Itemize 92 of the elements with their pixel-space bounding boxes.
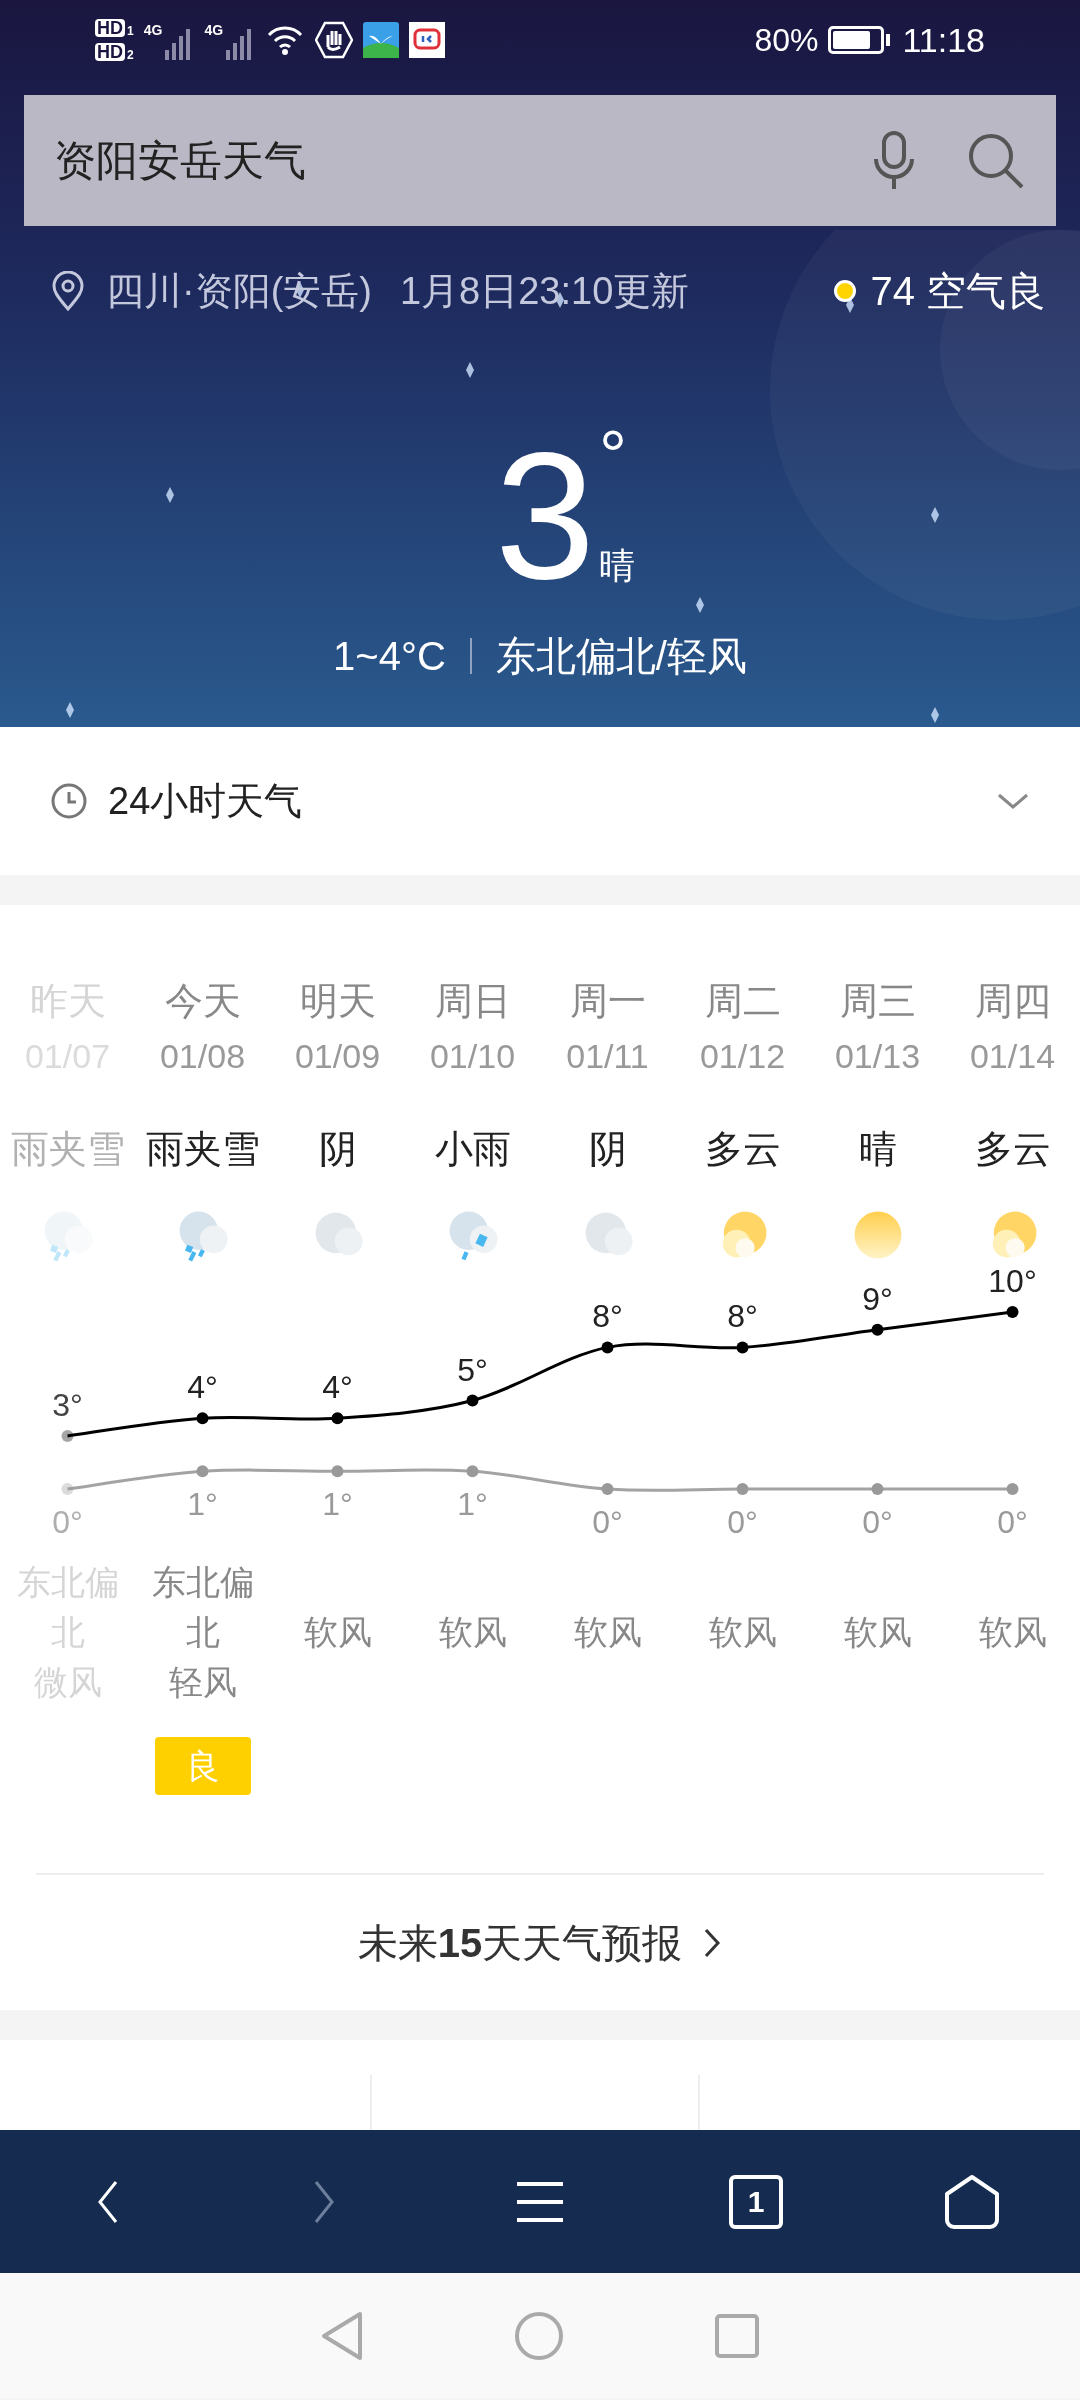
wind-force: 软风 (843, 1612, 912, 1653)
temperature-label: 0° (727, 1504, 758, 1540)
current-temperature: 3 (494, 426, 596, 606)
day-name: 明天 (299, 979, 376, 1024)
date-text: 01/14 (969, 1036, 1056, 1077)
wind-summary: 东北偏北/轻风 (495, 633, 747, 680)
forecast-link[interactable]: 未来15天天气预报 (0, 1875, 1080, 2010)
date-text: 01/12 (699, 1036, 786, 1077)
data-point (466, 1394, 479, 1407)
data-point (871, 1323, 884, 1336)
wind-force: 软风 (573, 1612, 642, 1653)
clock-icon (50, 782, 88, 820)
wind-force: 软风 (303, 1612, 372, 1653)
temperature-label: 1° (322, 1486, 353, 1523)
condition-text: 多云 (974, 1127, 1051, 1172)
temperature-range: 1~4°C (333, 633, 446, 680)
data-point (61, 1429, 74, 1442)
temperature-label: 3° (52, 1386, 83, 1423)
data-point (871, 1483, 884, 1495)
temperature-label: 10° (988, 1267, 1037, 1299)
clock: 11:18 (902, 19, 985, 61)
data-point (196, 1412, 209, 1425)
day-name: 周一 (569, 979, 646, 1024)
tabs-button[interactable]: 1 (729, 2174, 783, 2229)
wind-force: 软风 (978, 1612, 1047, 1653)
temperature-label: 1° (457, 1486, 488, 1523)
chevron-icon[interactable] (996, 791, 1030, 811)
air-quality[interactable]: 74 空气良 (870, 261, 1046, 321)
data-point (736, 1341, 749, 1354)
condition-text: 小雨 (434, 1127, 511, 1172)
hourly-weather-row[interactable]: 24小时天气 (0, 727, 1080, 875)
day-name: 周三 (839, 979, 916, 1024)
aqi-badge: 良 (154, 1737, 251, 1795)
temperature-label: 0° (997, 1504, 1028, 1540)
app-icon (409, 22, 446, 58)
data-point (601, 1483, 614, 1495)
temperature-label: 4° (187, 1369, 218, 1406)
condition-text: 阴 (318, 1127, 357, 1172)
recents-nav-button[interactable] (714, 2312, 760, 2359)
chevron-right-icon (702, 1926, 723, 1959)
data-point (331, 1465, 344, 1478)
temperature-label: 0° (52, 1504, 83, 1540)
temperature-label: 5° (457, 1351, 488, 1388)
microphone-icon[interactable] (872, 130, 916, 191)
wind-force: 轻风 (168, 1662, 237, 1703)
data-point (61, 1483, 74, 1495)
temperature-label: 0° (592, 1504, 623, 1540)
menu-button[interactable] (515, 2179, 565, 2224)
location-pin-icon (50, 271, 86, 311)
day-name: 今天 (164, 979, 241, 1024)
condition-text: 雨夹雪 (145, 1127, 260, 1172)
back-nav-button[interactable] (320, 2310, 364, 2361)
data-point (331, 1412, 344, 1425)
search-field[interactable]: 资阳安岳天气 (24, 95, 1056, 226)
date-text: 01/11 (566, 1036, 649, 1077)
wind-force: 软风 (708, 1612, 777, 1653)
condition-text: 多云 (704, 1127, 781, 1172)
data-point (736, 1483, 749, 1495)
temperature-label: 1° (187, 1486, 218, 1523)
location-text[interactable]: 四川·资阳(安岳) (106, 262, 372, 320)
condition-text: 阴 (588, 1127, 627, 1172)
temperature-label: 8° (592, 1298, 623, 1335)
home-button[interactable] (943, 2173, 1001, 2230)
wind-force: 软风 (438, 1612, 507, 1653)
condition-text: 雨夹雪 (10, 1127, 125, 1172)
battery-icon (828, 26, 891, 54)
hand-icon (315, 21, 354, 59)
wind-direction: 东北偏北 (150, 1562, 255, 1653)
day-name: 周日 (434, 979, 511, 1024)
battery-percentage: 80% (754, 21, 819, 60)
date-text: 01/10 (429, 1036, 516, 1077)
degree-symbol: ° (599, 426, 629, 486)
app-icon (363, 22, 400, 58)
data-point (1006, 1306, 1019, 1318)
date-text: 01/13 (834, 1036, 921, 1077)
temperature-label: 8° (727, 1298, 758, 1335)
data-point (466, 1465, 479, 1478)
data-point (196, 1465, 209, 1478)
data-point (601, 1341, 614, 1354)
date-text: 01/09 (294, 1036, 381, 1077)
temperature-label: 4° (322, 1369, 353, 1406)
data-point (1006, 1483, 1019, 1495)
home-nav-button[interactable] (514, 2310, 564, 2361)
current-condition: 晴 (599, 546, 636, 586)
date-text: 01/08 (159, 1036, 246, 1077)
hourly-weather-title: 24小时天气 (108, 778, 304, 824)
day-name: 周四 (974, 979, 1051, 1024)
day-name: 周二 (704, 979, 781, 1024)
temperature-label: 9° (862, 1280, 893, 1317)
update-time: 1月8日23:10更新 (399, 268, 690, 314)
temperature-label: 0° (862, 1504, 893, 1540)
condition-text: 晴 (858, 1127, 897, 1172)
